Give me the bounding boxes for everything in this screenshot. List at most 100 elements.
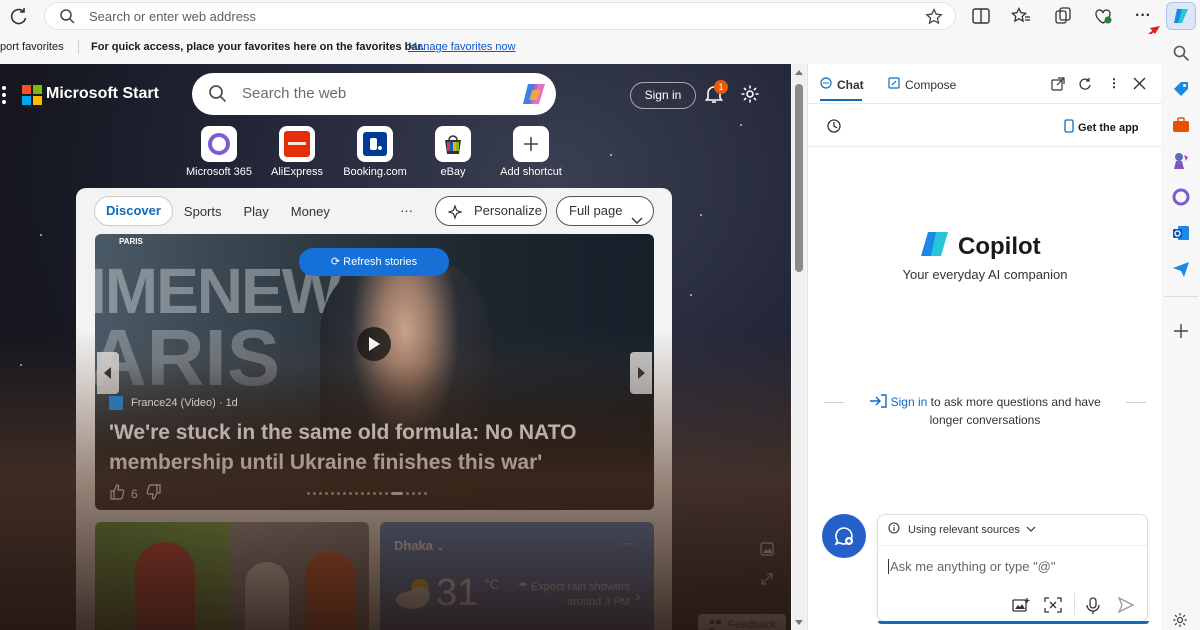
copilot-title: Copilot: [958, 232, 1041, 260]
thumbs-up-icon[interactable]: [109, 484, 125, 503]
tab-discover[interactable]: Discover: [94, 196, 173, 226]
divider: [1126, 402, 1146, 403]
drop-send-icon[interactable]: [1172, 260, 1190, 278]
tab-play[interactable]: Play: [233, 204, 280, 219]
more-options-icon[interactable]: ⋮: [1108, 77, 1120, 89]
shortcut-add[interactable]: Add shortcut: [492, 126, 570, 178]
chat-input[interactable]: Ask me anything or type "@": [888, 559, 1056, 574]
feedback-label: Feedback: [728, 619, 777, 630]
open-in-new-tab-icon[interactable]: [1051, 77, 1065, 96]
tab-chat[interactable]: Chat: [820, 77, 864, 101]
sign-in-button[interactable]: Sign in: [630, 82, 696, 109]
edge-sidebar: [1162, 34, 1200, 630]
browser-essentials-icon[interactable]: [1092, 5, 1114, 27]
sparkle-icon: [447, 203, 464, 231]
divider: [78, 40, 79, 54]
scroll-down-icon[interactable]: [795, 620, 803, 625]
thumbs-down-icon[interactable]: [146, 484, 162, 503]
manage-favorites-link[interactable]: Manage favorites now: [408, 41, 516, 53]
ebay-icon: [435, 126, 471, 162]
chat-input-box[interactable]: Using relevant sources Ask me anything o…: [877, 514, 1149, 624]
like-count: 6: [131, 486, 138, 501]
refresh-icon[interactable]: [1078, 77, 1092, 96]
chevron-right-icon[interactable]: ›: [635, 588, 640, 604]
split-screen-icon[interactable]: [970, 5, 992, 27]
new-chat-icon: [834, 527, 853, 546]
web-search-box[interactable]: Search the web: [192, 73, 556, 115]
weather-more-button[interactable]: ···: [622, 536, 634, 550]
shortcut-ebay[interactable]: eBay: [414, 126, 492, 178]
favorite-star-icon[interactable]: [925, 7, 943, 31]
hero-gradient: [95, 364, 654, 510]
microphone-icon[interactable]: [1086, 597, 1100, 619]
shortcut-booking[interactable]: Booking.com: [336, 126, 414, 178]
sports-story-card[interactable]: [95, 522, 369, 630]
shortcut-microsoft-365[interactable]: Microsoft 365: [180, 126, 258, 178]
tab-compose[interactable]: Compose: [888, 77, 956, 92]
copilot-sidebar-button[interactable]: [1166, 2, 1196, 30]
scrollbar-thumb[interactable]: [795, 84, 803, 272]
screenshot-icon[interactable]: [1044, 597, 1062, 618]
add-app-plus-icon[interactable]: [1172, 322, 1190, 340]
import-favorites-link[interactable]: port favorites: [0, 41, 64, 53]
wallpaper-icon[interactable]: [760, 542, 774, 561]
copilot-icon[interactable]: [520, 80, 548, 113]
refresh-icon: ⟳: [330, 256, 344, 268]
full-page-dropdown[interactable]: Full page: [556, 196, 654, 226]
next-story-button[interactable]: [630, 352, 652, 394]
outlook-icon[interactable]: [1172, 224, 1190, 242]
get-app-label: Get the app: [1078, 121, 1139, 134]
refresh-label: Refresh stories: [343, 256, 418, 268]
copilot-brand: Copilot: [920, 230, 1041, 263]
send-icon[interactable]: [1117, 596, 1135, 618]
search-icon[interactable]: [1172, 44, 1190, 62]
address-bar[interactable]: Search or enter web address: [44, 2, 956, 30]
shopping-tag-icon[interactable]: [1172, 80, 1190, 98]
scroll-up-icon[interactable]: [795, 70, 803, 75]
shortcut-aliexpress[interactable]: AliExpress: [258, 126, 336, 178]
background-star: [690, 294, 692, 296]
add-image-icon[interactable]: [1012, 597, 1030, 618]
history-icon[interactable]: [826, 118, 842, 139]
source-label: France24 (Video) · 1d: [131, 397, 238, 409]
refresh-stories-button[interactable]: ⟳ Refresh stories: [299, 248, 449, 276]
games-icon[interactable]: [1172, 152, 1190, 170]
app-menu-icon[interactable]: [2, 86, 6, 107]
favorites-icon[interactable]: [1010, 5, 1032, 27]
previous-story-button[interactable]: [97, 352, 119, 394]
tab-sports[interactable]: Sports: [173, 204, 233, 219]
full-page-label: Full page: [569, 203, 623, 218]
close-icon[interactable]: [1133, 77, 1146, 95]
sign-in-text: longer conversations: [929, 413, 1041, 427]
tools-briefcase-icon[interactable]: [1172, 116, 1190, 134]
page-scrollbar[interactable]: [792, 64, 806, 630]
m365-icon[interactable]: [1172, 188, 1190, 206]
personalize-button[interactable]: Personalize: [435, 196, 547, 226]
copilot-tabs: Chat Compose ⋮: [808, 64, 1162, 104]
collections-icon[interactable]: [1052, 5, 1074, 27]
story-headline[interactable]: 'We're stuck in the same old formula: No…: [109, 418, 609, 478]
tab-money[interactable]: Money: [280, 204, 341, 219]
copilot-sign-in-link[interactable]: Sign in: [891, 395, 928, 409]
temperature-unit[interactable]: °C: [484, 576, 500, 592]
sidebar-settings-gear-icon[interactable]: [1172, 612, 1190, 630]
weather-card[interactable]: Dhaka ⌄ ··· 31 °C ☂ Expect rain showers …: [380, 522, 654, 630]
more-tabs-button[interactable]: ···: [400, 203, 413, 218]
play-video-button[interactable]: [357, 327, 391, 361]
divider: [824, 402, 844, 403]
new-topic-button[interactable]: [822, 514, 866, 558]
expand-icon[interactable]: [760, 572, 774, 591]
booking-icon: [357, 126, 393, 162]
hero-story[interactable]: IMENEW ARIS PARIS ⟳ Refresh stories Fran…: [95, 234, 654, 510]
get-the-app-button[interactable]: Get the app: [1064, 119, 1139, 136]
favorites-bar: port favorites For quick access, place y…: [0, 34, 1162, 61]
weather-city[interactable]: Dhaka ⌄: [394, 538, 444, 553]
play-icon: [369, 337, 380, 351]
settings-gear-icon[interactable]: [740, 84, 760, 109]
sources-dropdown[interactable]: Using relevant sources: [888, 522, 1036, 537]
sports-image: [305, 552, 355, 630]
feedback-button[interactable]: Feedback: [698, 614, 786, 630]
divider: [1074, 593, 1075, 615]
brand-title[interactable]: Microsoft Start: [46, 85, 159, 103]
reload-icon[interactable]: [8, 5, 30, 27]
